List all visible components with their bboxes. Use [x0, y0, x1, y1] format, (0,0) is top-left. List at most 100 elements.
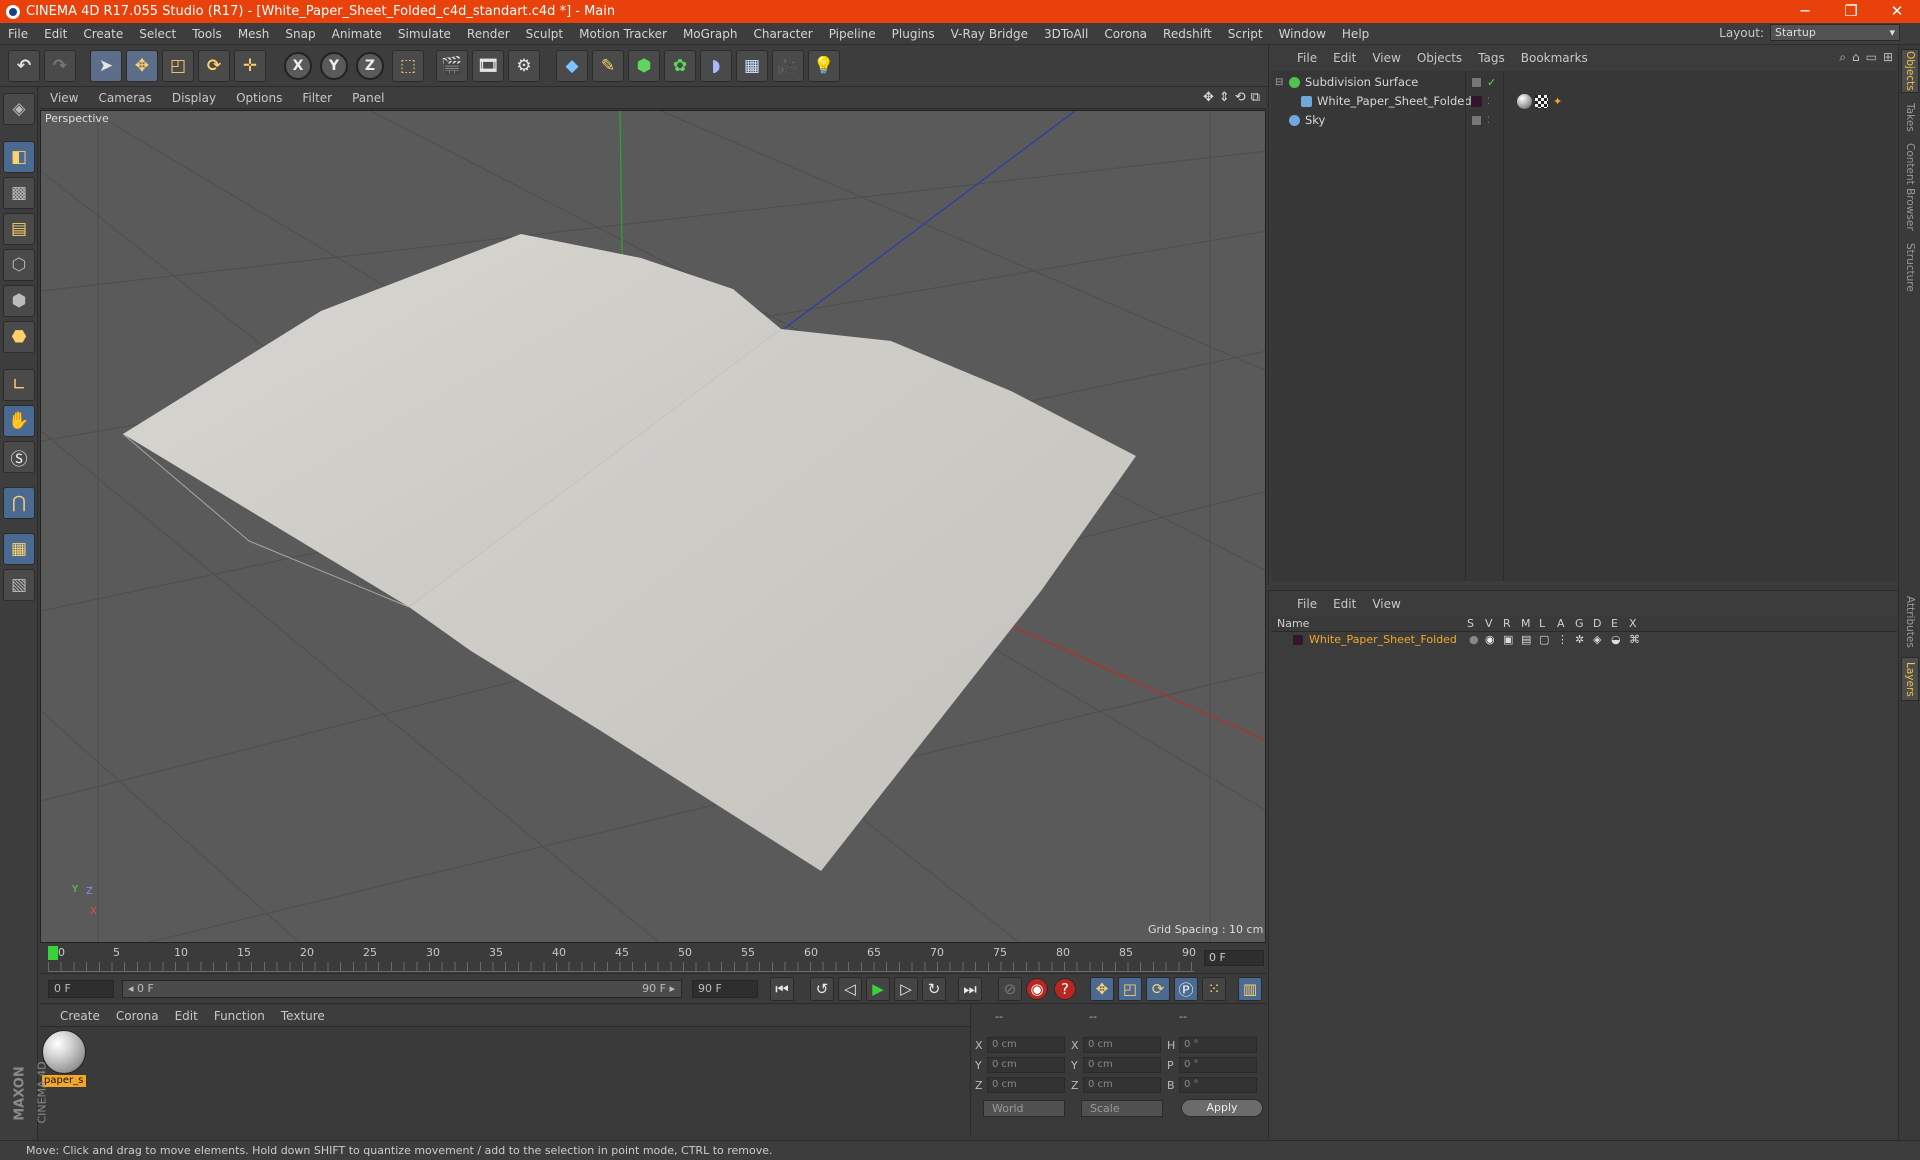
layer-row[interactable]: White_Paper_Sheet_Folded ● ◉ ▣ ▤ ▢ ⋮ ✲ ◈… — [1271, 633, 1897, 649]
tab-content-browser[interactable]: Content Browser — [1901, 141, 1919, 233]
layer-xref-icon[interactable]: ⌘ — [1629, 633, 1640, 646]
select-arrow-icon[interactable]: ➤ — [90, 50, 122, 82]
previous-key-icon[interactable]: ↺ — [810, 977, 834, 1001]
visibility-dots-icon[interactable]: ⁚ — [1487, 93, 1490, 112]
model-mode-icon[interactable]: ◧ — [3, 141, 35, 173]
viewport-dolly-icon[interactable]: ⇕ — [1219, 90, 1230, 105]
material-preview-sphere[interactable] — [42, 1030, 86, 1074]
menu-render[interactable]: Render — [459, 23, 518, 45]
next-key-icon[interactable]: ↻ — [922, 977, 946, 1001]
rotate-tool-icon[interactable]: ⟳ — [198, 50, 230, 82]
next-frame-icon[interactable]: ▷ — [894, 977, 918, 1001]
solo-mode-icon[interactable]: Ⓢ — [3, 441, 35, 473]
viewport-rotate-icon[interactable]: ⟲ — [1235, 90, 1246, 105]
layout-select[interactable]: Startup — [1770, 24, 1900, 41]
menu-motion-tracker[interactable]: Motion Tracker — [571, 23, 675, 45]
coordinate-space-dropdown[interactable]: World — [983, 1100, 1065, 1117]
render-view-icon[interactable]: 🎬 — [436, 50, 468, 82]
subdivision-generator-icon[interactable]: ⬢ — [628, 50, 660, 82]
record-keys-icon[interactable]: ⊘ — [998, 977, 1022, 1001]
objects-menu-edit[interactable]: Edit — [1325, 51, 1364, 65]
objects-menu-tags[interactable]: Tags — [1470, 51, 1513, 65]
viewport-menu-view[interactable]: View — [40, 91, 88, 105]
layers-menu-edit[interactable]: Edit — [1325, 597, 1364, 611]
timeline-window-icon[interactable]: ▥ — [1238, 977, 1262, 1001]
key-scale-icon[interactable]: ◰ — [1118, 977, 1142, 1001]
menu-3dtoall[interactable]: 3DToAll — [1036, 23, 1096, 45]
polygons-mode-icon[interactable]: ⬣ — [3, 321, 35, 353]
deformer-icon[interactable]: ◗ — [700, 50, 732, 82]
objects-menu-bookmarks[interactable]: Bookmarks — [1513, 51, 1596, 65]
viewport-menu-display[interactable]: Display — [162, 91, 226, 105]
size-y-field[interactable]: 0 cm — [1083, 1057, 1161, 1073]
material-menu-edit[interactable]: Edit — [167, 1009, 206, 1023]
viewport-pan-icon[interactable]: ✥ — [1203, 90, 1214, 105]
axis-mode-icon[interactable]: ∟ — [3, 369, 35, 401]
material-menu-create[interactable]: Create — [40, 1009, 108, 1023]
apply-button[interactable]: Apply — [1181, 1099, 1263, 1117]
end-frame-field[interactable]: 90 F — [692, 980, 758, 998]
material-name-label[interactable]: paper_s — [42, 1075, 86, 1087]
rot-b-field[interactable]: 0 ° — [1179, 1077, 1257, 1093]
redo-icon[interactable]: ↷ — [44, 50, 76, 82]
y-axis-lock-button[interactable]: Y — [320, 52, 348, 80]
menu-simulate[interactable]: Simulate — [390, 23, 459, 45]
material-menu-texture[interactable]: Texture — [273, 1009, 333, 1023]
layer-swatch[interactable] — [1471, 77, 1482, 88]
start-frame-field[interactable]: 0 F — [48, 980, 114, 998]
playhead-marker[interactable] — [48, 946, 58, 960]
search-icon[interactable]: ⌕ — [1839, 50, 1846, 65]
move-tool-icon[interactable]: ✥ — [126, 50, 158, 82]
new-view-icon[interactable]: ⊞ — [1883, 50, 1893, 65]
key-parameter-icon[interactable]: Ⓟ — [1174, 977, 1198, 1001]
close-button[interactable]: ✕ — [1874, 0, 1920, 23]
menu-help[interactable]: Help — [1334, 23, 1377, 45]
texture-mode-icon[interactable]: ▩ — [3, 177, 35, 209]
keyframe-selection-icon[interactable]: ? — [1054, 978, 1076, 1000]
size-x-field[interactable]: 0 cm — [1083, 1037, 1161, 1053]
objects-menu-file[interactable]: File — [1289, 51, 1325, 65]
menu-create[interactable]: Create — [75, 23, 131, 45]
tab-objects[interactable]: Objects — [1901, 49, 1919, 93]
menu-character[interactable]: Character — [745, 23, 820, 45]
layer-view-eye-icon[interactable]: ◉ — [1485, 633, 1495, 646]
menu-snap[interactable]: Snap — [277, 23, 323, 45]
menu-pipeline[interactable]: Pipeline — [821, 23, 884, 45]
menu-select[interactable]: Select — [131, 23, 184, 45]
key-position-icon[interactable]: ✥ — [1090, 977, 1114, 1001]
object-row-white-paper-sheet[interactable]: White_Paper_Sheet_Folded ⁚ ✦ — [1271, 92, 1897, 111]
layer-name[interactable]: White_Paper_Sheet_Folded — [1309, 633, 1457, 646]
menu-redshift[interactable]: Redshift — [1155, 23, 1220, 45]
layer-solo-icon[interactable]: ● — [1469, 633, 1479, 646]
viewport-maximize-icon[interactable]: ⧉ — [1251, 90, 1260, 105]
viewport-menu-panel[interactable]: Panel — [342, 91, 394, 105]
viewport-menu-cameras[interactable]: Cameras — [88, 91, 161, 105]
current-frame-field[interactable]: 0 F — [1204, 950, 1264, 966]
pos-x-field[interactable]: 0 cm — [987, 1037, 1065, 1053]
snap-magnet-icon[interactable]: ⋂ — [3, 487, 35, 519]
object-row-subdivision-surface[interactable]: ⊟ Subdivision Surface ✓ — [1271, 73, 1897, 92]
minimize-button[interactable]: ─ — [1782, 0, 1828, 23]
size-z-field[interactable]: 0 cm — [1083, 1077, 1161, 1093]
tab-structure[interactable]: Structure — [1901, 239, 1919, 295]
tab-takes[interactable]: Takes — [1901, 99, 1919, 135]
menu-file[interactable]: File — [0, 23, 36, 45]
object-row-sky[interactable]: Sky ⁚ — [1271, 111, 1897, 130]
material-menu-function[interactable]: Function — [206, 1009, 273, 1023]
timeline-ruler[interactable]: 0 5 10 15 20 25 30 35 40 45 50 55 60 65 … — [40, 944, 1266, 974]
enabled-check-icon[interactable]: ✓ — [1487, 73, 1496, 92]
camera-icon[interactable]: 🎥 — [772, 50, 804, 82]
tweak-mode-icon[interactable]: ✋ — [3, 405, 35, 437]
home-icon[interactable]: ⌂ — [1852, 50, 1860, 65]
coordinate-system-icon[interactable]: ⬚ — [392, 50, 424, 82]
material-tag-icon[interactable] — [1517, 94, 1532, 109]
lock-icon[interactable]: ▭ — [1866, 50, 1877, 65]
layer-render-icon[interactable]: ▣ — [1503, 633, 1513, 646]
menu-vray-bridge[interactable]: V-Ray Bridge — [943, 23, 1036, 45]
undo-icon[interactable]: ↶ — [8, 50, 40, 82]
uvw-tag-icon[interactable] — [1535, 95, 1548, 108]
maximize-button[interactable]: ❐ — [1828, 0, 1874, 23]
menu-script[interactable]: Script — [1220, 23, 1271, 45]
layer-expression-icon[interactable]: ◒ — [1611, 633, 1621, 646]
layer-swatch[interactable] — [1471, 96, 1482, 107]
